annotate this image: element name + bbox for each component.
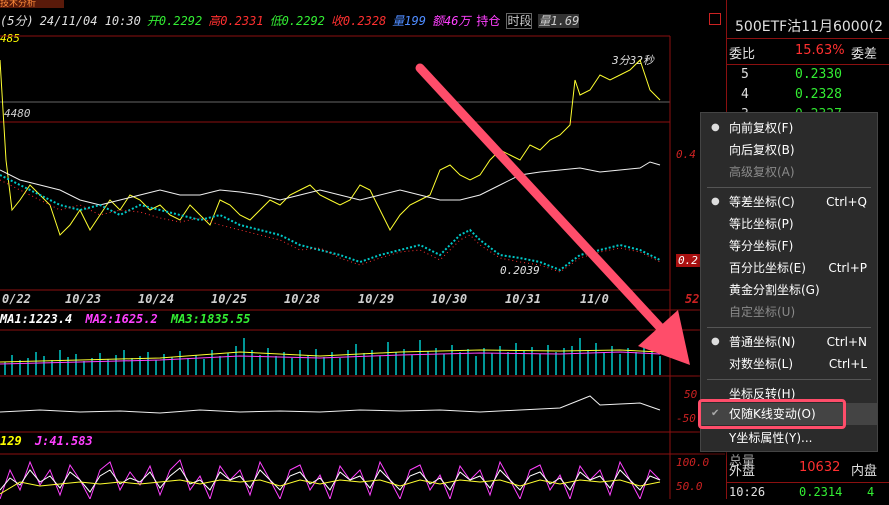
bullet-icon: ● [711,122,720,133]
kdj-label-j: J:41.583 [34,434,93,448]
osc-axis-top: 50 [684,388,698,401]
inner-label: 内盘 [851,464,878,479]
weibi-value: 15.63% [795,43,845,58]
date-label: 0/22 [2,292,31,306]
date-axis: 0/22 10/23 10/24 10/25 10/28 10/29 10/30… [0,292,700,308]
menu-item-backward-adjust[interactable]: 向后复权(B) [701,139,877,161]
ask-price: 0.2328 [795,87,842,102]
menu-item-golden-axis[interactable]: 黄金分割坐标(G) [701,279,877,301]
bullet-icon: ● [711,196,720,207]
date-label: 11/0 [580,292,609,306]
ask-level: 4 [741,87,749,102]
bullet-icon: ● [711,336,720,347]
annotation-highlight-box [698,399,846,429]
menu-item-forward-adjust[interactable]: ● 向前复权(F) [701,117,877,139]
date-label: 10/24 [138,292,175,306]
weicha-label: 委差 [851,47,878,62]
outer-label: 外盘 [729,464,756,479]
security-title: 500ETF沽11月6000(2 [735,19,883,35]
menu-item-equal-division-axis[interactable]: 等分坐标(F) [701,235,877,257]
ask-row[interactable]: 4 0.2328 [727,87,889,107]
date-label: 10/25 [211,292,248,306]
date-label: 10/28 [284,292,321,306]
menu-item-custom-axis: 自定坐标(U) [729,305,796,319]
menu-item-percent-axis[interactable]: 百分比坐标(E) Ctrl+P [701,257,877,279]
date-label: 10/23 [65,292,102,306]
menu-separator [707,187,871,188]
outer-value: 10632 [799,460,841,475]
menu-item-normal-axis[interactable]: ● 普通坐标(N) Ctrl+N [701,331,877,353]
kdj-label-1: 129 [0,434,22,448]
close-icon[interactable] [709,13,721,25]
tick-price: 0.2314 [799,485,843,499]
menu-item-ratio-axis[interactable]: 等比坐标(P) [701,213,877,235]
menu-item-advanced-adjust: 高级复权(A) [729,165,795,179]
ma2-label: MA2:1625.2 [85,312,158,326]
ask-row[interactable]: 5 0.2330 [727,67,889,87]
volume-bars [4,338,661,375]
ma1-label: MA1:1223.4 [0,312,73,326]
menu-item-arithmetic-axis[interactable]: ● 等差坐标(C) Ctrl+Q [701,191,877,213]
tick-flag: 4 [867,485,875,499]
annotation-arrow [415,63,690,365]
volume-ma-legend: MA1:1223.4 MA2:1625.2 MA3:1835.55 [0,312,250,326]
ask-price: 0.2330 [795,67,842,82]
menu-item-y-axis-properties[interactable]: Y坐标属性(Y)... [701,427,877,449]
date-label: 10/31 [505,292,542,306]
kdj-axis-top: 100.0 [676,456,710,469]
chart-svg [0,35,725,499]
kdj-axis-bottom: 50.0 [676,480,703,493]
outer-inner-row: 外盘 10632 内盘 [727,460,889,480]
ma3-label: MA3:1835.55 [170,312,251,326]
date-axis-right: 52 [685,292,700,306]
weibi-label: 委比 [729,47,756,62]
chart-area[interactable]: 技术分析 (5分) 24/11/04 10:30 开0.2292 高0.2331 低0.… [0,0,725,499]
menu-item-log-axis[interactable]: 对数坐标(L) Ctrl+L [701,353,877,375]
kdj-legend: 129 J:41.583 [0,434,93,448]
ask-level: 5 [741,67,749,82]
date-label: 10/29 [358,292,395,306]
menu-separator [707,327,871,328]
menu-separator [707,379,871,380]
weibi-row: 委比 15.63% 委差 [727,43,889,63]
osc-axis-bottom: -50 [676,412,696,425]
tick-row: 10:26 0.2314 4 [727,485,889,505]
date-label: 10/30 [431,292,468,306]
tick-time: 10:26 [729,485,766,499]
